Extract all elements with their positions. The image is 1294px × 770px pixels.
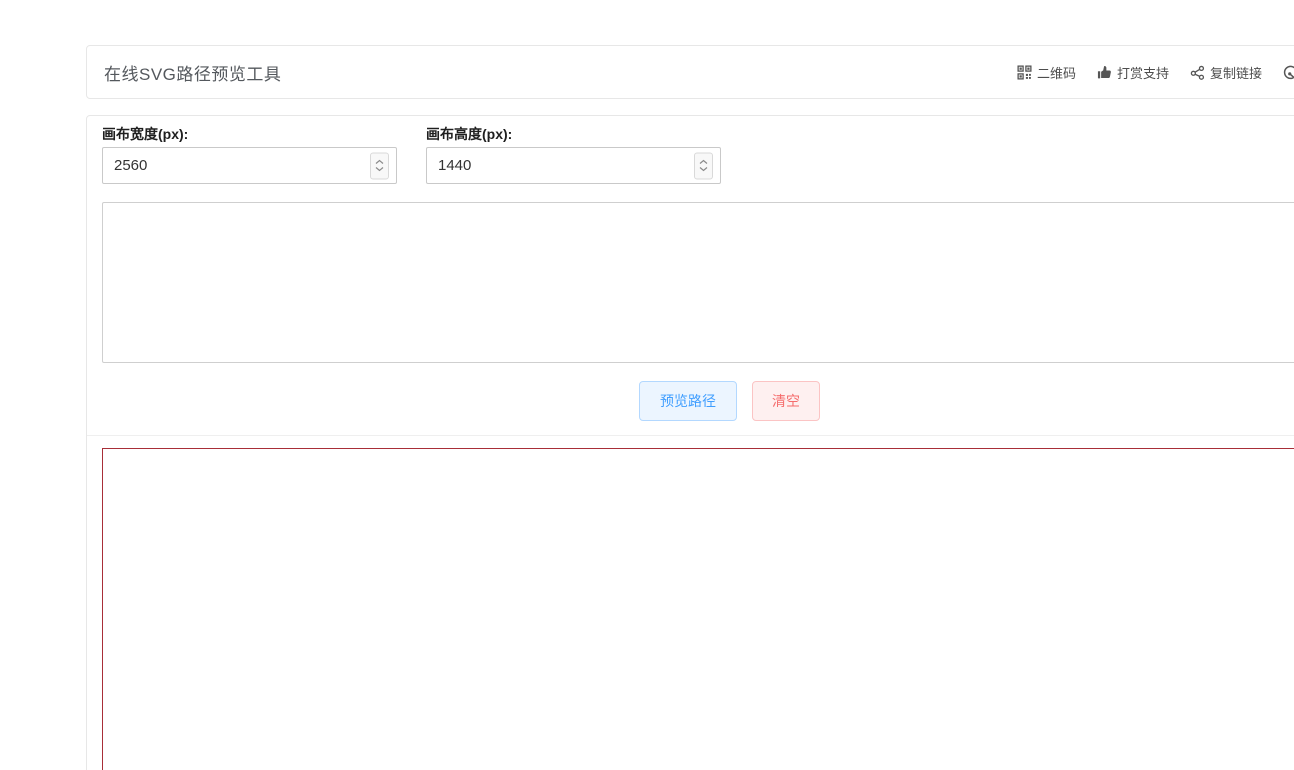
svg-path-textarea[interactable] <box>102 202 1294 363</box>
canvas-width-input[interactable] <box>102 147 397 184</box>
canvas-height-label: 画布高度(px): <box>426 124 721 144</box>
canvas-width-stepper[interactable] <box>370 152 389 179</box>
chevron-down-icon[interactable] <box>699 167 708 172</box>
canvas-width-label: 画布宽度(px): <box>102 124 397 144</box>
copy-link-label: 复制链接 <box>1210 63 1262 82</box>
donate-link-label: 打赏支持 <box>1117 63 1169 82</box>
chevron-up-icon[interactable] <box>375 160 384 165</box>
svg-preview-canvas <box>102 448 1294 770</box>
thumbs-up-icon <box>1097 65 1112 80</box>
action-buttons: 预览路径 清空 <box>102 381 1294 421</box>
feedback-link[interactable]: 反馈建议 <box>1283 63 1294 82</box>
canvas-height-field: 画布高度(px): <box>426 124 721 184</box>
page-title: 在线SVG路径预览工具 <box>104 60 281 85</box>
header-card: 在线SVG路径预览工具 <box>86 45 1294 99</box>
main-card: 画布宽度(px): 画布高度(px): <box>86 115 1294 770</box>
donate-link[interactable]: 打赏支持 <box>1097 63 1169 82</box>
feedback-icon <box>1283 65 1294 80</box>
canvas-height-stepper[interactable] <box>694 152 713 179</box>
share-nodes-icon <box>1190 65 1205 80</box>
chevron-down-icon[interactable] <box>375 167 384 172</box>
preview-path-button[interactable]: 预览路径 <box>639 381 737 421</box>
canvas-size-fields: 画布宽度(px): 画布高度(px): <box>102 124 1294 184</box>
clear-button[interactable]: 清空 <box>752 381 820 421</box>
canvas-width-field: 画布宽度(px): <box>102 124 397 184</box>
chevron-up-icon[interactable] <box>699 160 708 165</box>
canvas-height-input[interactable] <box>426 147 721 184</box>
header-links: 二维码 打赏支持 <box>1017 63 1294 82</box>
copy-link-link[interactable]: 复制链接 <box>1190 63 1262 82</box>
qrcode-link[interactable]: 二维码 <box>1017 63 1076 82</box>
qrcode-icon <box>1017 65 1032 80</box>
section-divider <box>87 435 1294 436</box>
qrcode-link-label: 二维码 <box>1037 63 1076 82</box>
page-column: 在线SVG路径预览工具 <box>86 45 1294 770</box>
